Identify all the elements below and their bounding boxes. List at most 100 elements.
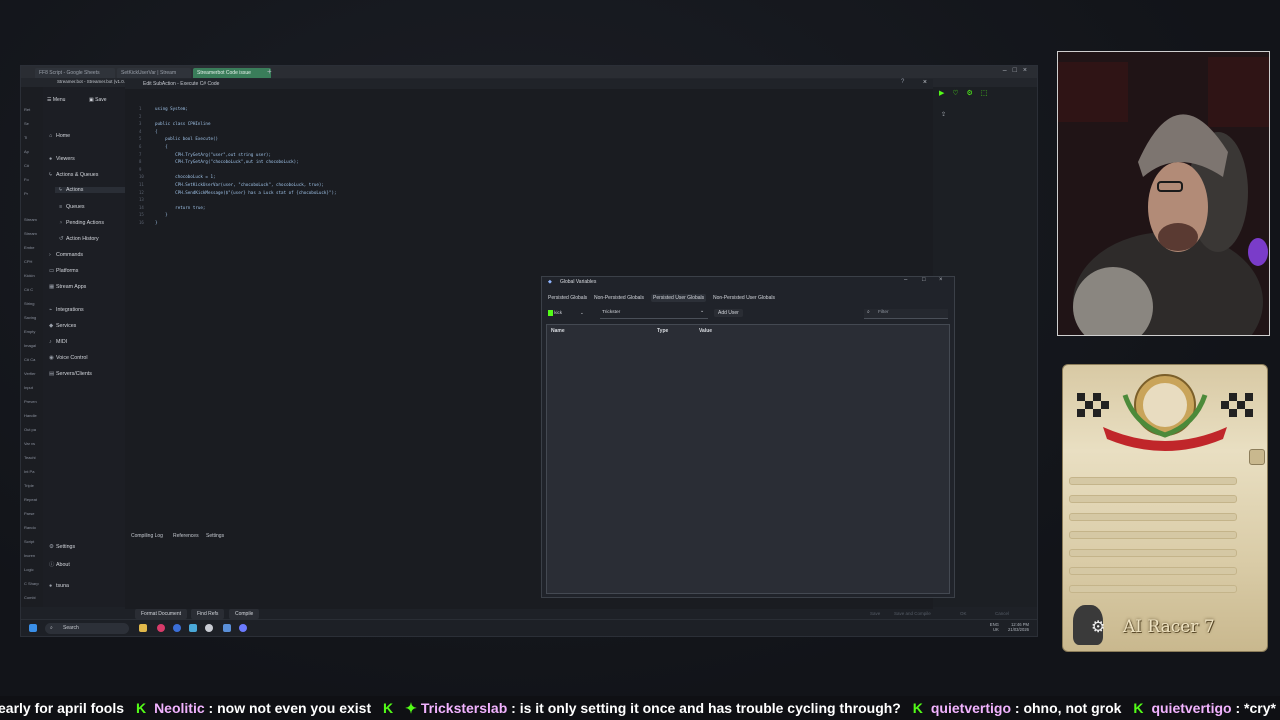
- user-select[interactable]: Trickster ⌄: [600, 309, 708, 319]
- home-icon: ⌂: [49, 133, 53, 139]
- extension-icons[interactable]: ▶ ♡ ⚙ ⬚: [939, 89, 990, 97]
- sidebar-item-settings[interactable]: ⚙ Settings: [49, 544, 75, 550]
- stat-bar: [1069, 513, 1237, 521]
- app-icon: ◆: [548, 279, 552, 285]
- sidebar-item-account[interactable]: ● tsuna: [49, 583, 69, 589]
- stat-bar: [1069, 531, 1237, 539]
- ok-button[interactable]: OK: [960, 611, 967, 616]
- code-line[interactable]: {: [155, 129, 158, 134]
- close-icon[interactable]: ×: [1023, 67, 1033, 74]
- browser-icon[interactable]: [173, 624, 181, 632]
- captured-desktop: FF8 Script - Google Sheets SetKickUserVa…: [20, 65, 1038, 637]
- code-line[interactable]: CPH.SetKickUserVar(user, "chocoboLuck", …: [155, 182, 324, 187]
- kick-icon: [548, 310, 553, 316]
- platform-select[interactable]: kick ⌄: [548, 310, 588, 318]
- sidebar-item-actions-queues[interactable]: ϟ Actions & Queues: [49, 172, 98, 178]
- sidebar-item-commands[interactable]: › Commands: [49, 252, 83, 258]
- add-user-button[interactable]: Add User: [714, 309, 743, 317]
- variables-table[interactable]: Name Type Value: [546, 324, 950, 594]
- maximize-icon[interactable]: □: [1013, 67, 1023, 74]
- save-button[interactable]: Save: [870, 611, 880, 616]
- tab-compiling-log[interactable]: Compiling Log: [131, 533, 163, 539]
- code-line[interactable]: CPH.TryGetArg("user",out string user);: [155, 152, 271, 157]
- person-image: [1058, 52, 1269, 335]
- column-header-value[interactable]: Value: [699, 328, 712, 334]
- tab-persisted-user-globals[interactable]: Persisted User Globals: [651, 294, 707, 302]
- webcam-feed: [1057, 51, 1270, 336]
- filter-input[interactable]: ⌕ Filter: [864, 309, 948, 319]
- sidebar-item-services[interactable]: ◆ Services: [49, 323, 76, 329]
- code-line[interactable]: public bool Execute(): [155, 136, 218, 141]
- opera-icon[interactable]: [157, 624, 165, 632]
- browser-tab-strip: FF8 Script - Google Sheets SetKickUserVa…: [21, 66, 1037, 78]
- cancel-button[interactable]: Cancel: [995, 611, 1009, 616]
- close-icon[interactable]: ×: [939, 277, 943, 283]
- sidebar-item-action-history[interactable]: ↺ Action History: [59, 236, 99, 242]
- app-icon[interactable]: [223, 624, 231, 632]
- line-number: 2: [139, 113, 142, 119]
- code-line[interactable]: using System;: [155, 106, 188, 111]
- bolt-icon: ϟ: [59, 187, 62, 193]
- sparkle-icon: ✦: [405, 700, 417, 716]
- taskbar-search[interactable]: ⌕ Search: [45, 623, 129, 634]
- kick-icon: K: [912, 700, 923, 716]
- line-number: 16: [139, 220, 144, 225]
- sidebar-item-viewers[interactable]: ● Viewers: [49, 156, 75, 162]
- command-icon: ›: [49, 252, 51, 258]
- save-button[interactable]: ▣ Save: [89, 97, 107, 103]
- close-icon[interactable]: ×: [923, 79, 927, 86]
- tab-non-persisted-user-globals[interactable]: Non-Persisted User Globals: [711, 294, 777, 302]
- windows-start-icon[interactable]: [29, 624, 37, 632]
- sidebar-item-stream-apps[interactable]: ▦ Stream Apps: [49, 284, 86, 290]
- compile-button[interactable]: Compile: [229, 609, 260, 619]
- sidebar-item-integrations[interactable]: ⌁ Integrations: [49, 307, 84, 313]
- sidebar-item-actions[interactable]: ϟ Actions: [55, 187, 125, 193]
- minimize-icon[interactable]: –: [904, 277, 907, 283]
- pending-icon: ◔: [59, 220, 63, 226]
- window-controls[interactable]: –□×: [1003, 67, 1033, 74]
- obs-icon[interactable]: [205, 624, 213, 632]
- sidebar-item-voice-control[interactable]: ◉ Voice Control: [49, 355, 88, 361]
- code-line[interactable]: {: [155, 144, 168, 149]
- tab-non-persisted-globals[interactable]: Non-Persisted Globals: [592, 294, 646, 302]
- save-compile-button[interactable]: Save and Compile: [894, 611, 931, 616]
- menu-button[interactable]: ☰ Menu: [47, 97, 65, 103]
- share-icon[interactable]: ⇪: [941, 111, 946, 118]
- format-document-button[interactable]: Format Document: [135, 609, 188, 619]
- column-header-type[interactable]: Type: [657, 328, 668, 334]
- help-icon[interactable]: ?: [901, 79, 904, 85]
- sidebar-item-home[interactable]: ⌂ Home: [49, 133, 70, 139]
- maximize-icon[interactable]: □: [922, 277, 926, 283]
- code-line[interactable]: return true;: [155, 205, 205, 210]
- tab-persisted-globals[interactable]: Persisted Globals: [546, 294, 589, 302]
- code-line[interactable]: }: [155, 220, 158, 225]
- tab-settings[interactable]: Settings: [206, 533, 224, 539]
- column-header-name[interactable]: Name: [551, 328, 565, 334]
- browser-tab[interactable]: SetKickUserVar | Stream: [117, 68, 191, 78]
- sidebar-item-about[interactable]: ⓘ About: [49, 560, 70, 568]
- browser-tab[interactable]: FF8 Script - Google Sheets: [35, 68, 115, 78]
- find-refs-button[interactable]: Find Refs: [191, 609, 225, 619]
- users-icon: ●: [49, 156, 53, 162]
- new-tab-icon[interactable]: +: [267, 67, 272, 76]
- code-line[interactable]: public class CPHInline: [155, 121, 210, 126]
- streamerbot-icon[interactable]: [239, 624, 247, 632]
- telegram-icon[interactable]: [189, 624, 197, 632]
- code-line[interactable]: CPH.SendKickMessage($"{user} has a Luck …: [155, 190, 336, 195]
- code-line[interactable]: CPH.TryGetArg("chocoboLuck",out int choc…: [155, 159, 299, 164]
- chevron-down-icon: ⌄: [580, 310, 584, 315]
- system-tray[interactable]: ENG UK 12:46 PM 21/03/2026: [990, 622, 1029, 632]
- line-number: 10: [139, 174, 144, 180]
- code-line[interactable]: }: [155, 212, 168, 217]
- sidebar-item-servers-clients[interactable]: ▤ Servers/Clients: [49, 371, 92, 377]
- minimize-icon[interactable]: –: [1003, 67, 1013, 74]
- tab-references[interactable]: References: [173, 533, 199, 539]
- history-icon: ↺: [59, 236, 64, 242]
- sidebar-item-queues[interactable]: ≡ Queues: [59, 204, 85, 210]
- sidebar-item-platforms[interactable]: ▭ Platforms: [49, 268, 78, 274]
- file-explorer-icon[interactable]: [139, 624, 147, 632]
- code-line[interactable]: chocoboLuck = 1;: [155, 174, 215, 179]
- sidebar-item-pending-actions[interactable]: ◔ Pending Actions: [59, 220, 104, 226]
- sidebar-item-midi[interactable]: ♪ MIDI: [49, 339, 67, 345]
- browser-tab-active[interactable]: Streamerbot Code issue: [193, 68, 271, 78]
